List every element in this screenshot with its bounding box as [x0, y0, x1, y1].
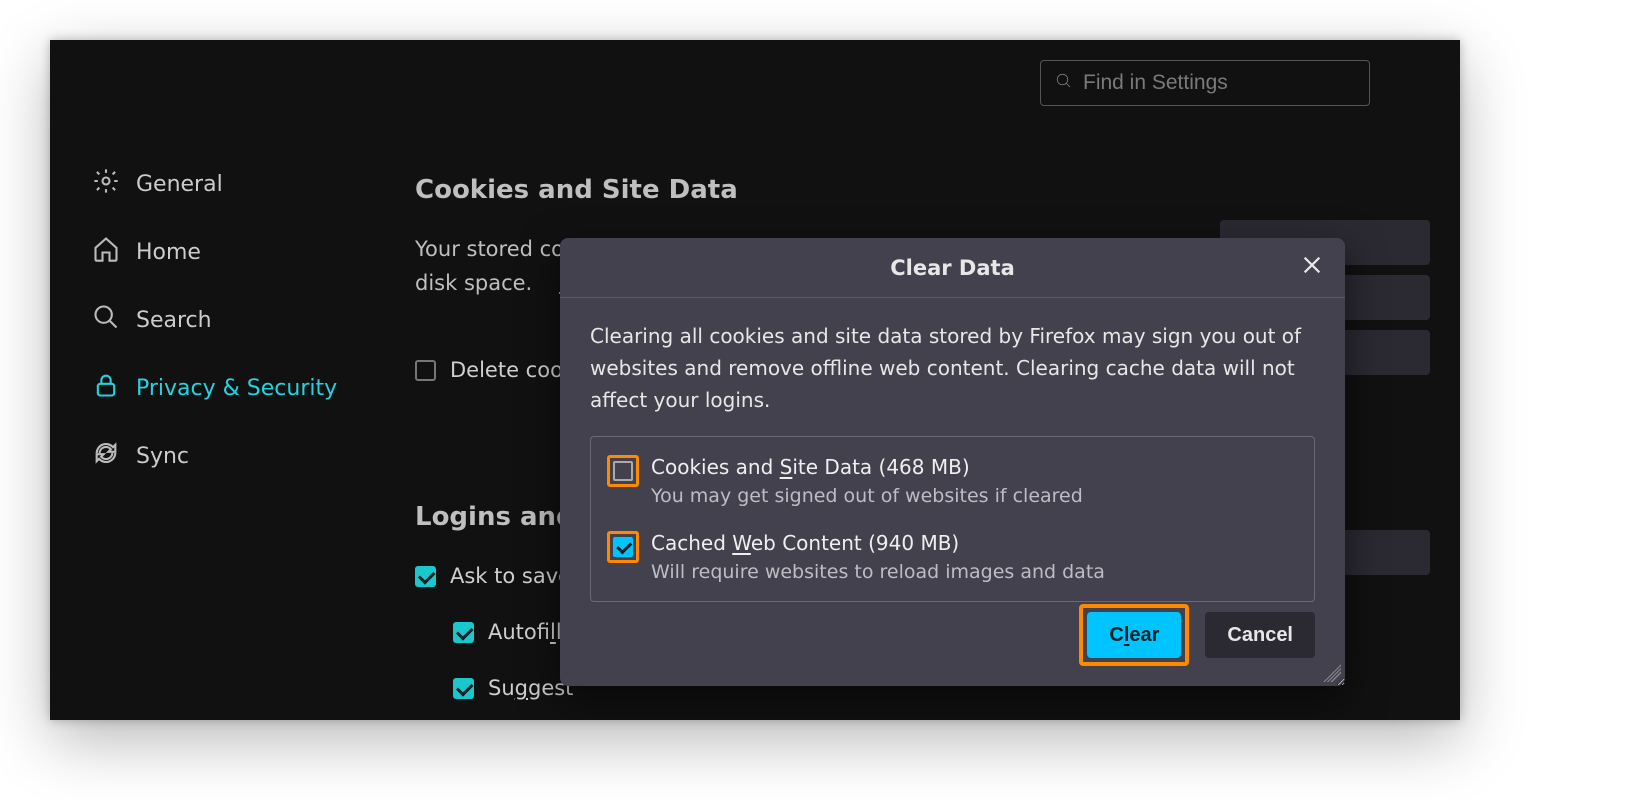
clear-options-box: Cookies and Site Data (468 MB) You may g…	[590, 436, 1315, 602]
option-cache-row[interactable]: Cached Web Content (940 MB) Will require…	[607, 531, 1298, 583]
sidebar-item-label: Privacy & Security	[136, 376, 337, 401]
lock-icon	[92, 371, 120, 405]
search-icon	[1055, 72, 1073, 94]
highlight-box: Clear	[1079, 604, 1189, 666]
section-heading-cookies: Cookies and Site Data	[415, 175, 1430, 205]
gear-icon	[92, 167, 120, 201]
cookies-desc-line2: disk space.	[415, 271, 532, 295]
cancel-button[interactable]: Cancel	[1205, 612, 1315, 658]
search-input[interactable]	[1083, 71, 1355, 95]
sidebar-item-label: Sync	[136, 444, 189, 469]
checkbox-icon[interactable]	[453, 678, 474, 699]
clear-button[interactable]: Clear	[1087, 612, 1181, 658]
sidebar-item-label: General	[136, 172, 223, 197]
sidebar-item-home[interactable]: Home	[90, 218, 380, 286]
checkbox-icon[interactable]	[613, 461, 633, 481]
sync-icon	[92, 439, 120, 473]
option-cookies-row[interactable]: Cookies and Site Data (468 MB) You may g…	[607, 455, 1298, 507]
sidebar-item-privacy[interactable]: Privacy & Security	[90, 354, 380, 422]
checkbox-icon[interactable]	[415, 566, 436, 587]
close-button[interactable]	[1297, 252, 1327, 282]
checkbox-icon[interactable]	[613, 537, 633, 557]
checkbox-icon[interactable]	[453, 622, 474, 643]
delete-cookies-label: Delete cook	[450, 358, 575, 382]
dialog-titlebar: Clear Data	[560, 238, 1345, 298]
sidebar-item-search[interactable]: Search	[90, 286, 380, 354]
checkbox-icon[interactable]	[415, 360, 436, 381]
sidebar-item-label: Search	[136, 308, 212, 333]
sidebar-item-general[interactable]: General	[90, 150, 380, 218]
option-cache-label: Cached Web Content (940 MB)	[651, 531, 1105, 555]
search-field[interactable]	[1040, 60, 1370, 106]
dialog-title: Clear Data	[890, 256, 1015, 280]
dialog-description: Clearing all cookies and site data store…	[590, 320, 1315, 416]
sidebar-item-sync[interactable]: Sync	[90, 422, 380, 490]
option-cache-sub: Will require websites to reload images a…	[651, 561, 1105, 583]
highlight-box	[607, 455, 639, 487]
option-cookies-label: Cookies and Site Data (468 MB)	[651, 455, 1083, 479]
sidebar-item-label: Home	[136, 240, 201, 265]
close-icon	[1301, 254, 1323, 280]
option-cookies-sub: You may get signed out of websites if cl…	[651, 485, 1083, 507]
clear-data-dialog: Clear Data Clearing all cookies and site…	[560, 238, 1345, 686]
search-icon	[92, 303, 120, 337]
autofill-label: Autofill	[488, 620, 562, 644]
ask-save-label: Ask to save	[450, 564, 571, 588]
sidebar: General Home Search Privacy & Security S…	[90, 150, 380, 490]
home-icon	[92, 235, 120, 269]
resize-handle-icon[interactable]	[1323, 664, 1341, 682]
highlight-box	[607, 531, 639, 563]
